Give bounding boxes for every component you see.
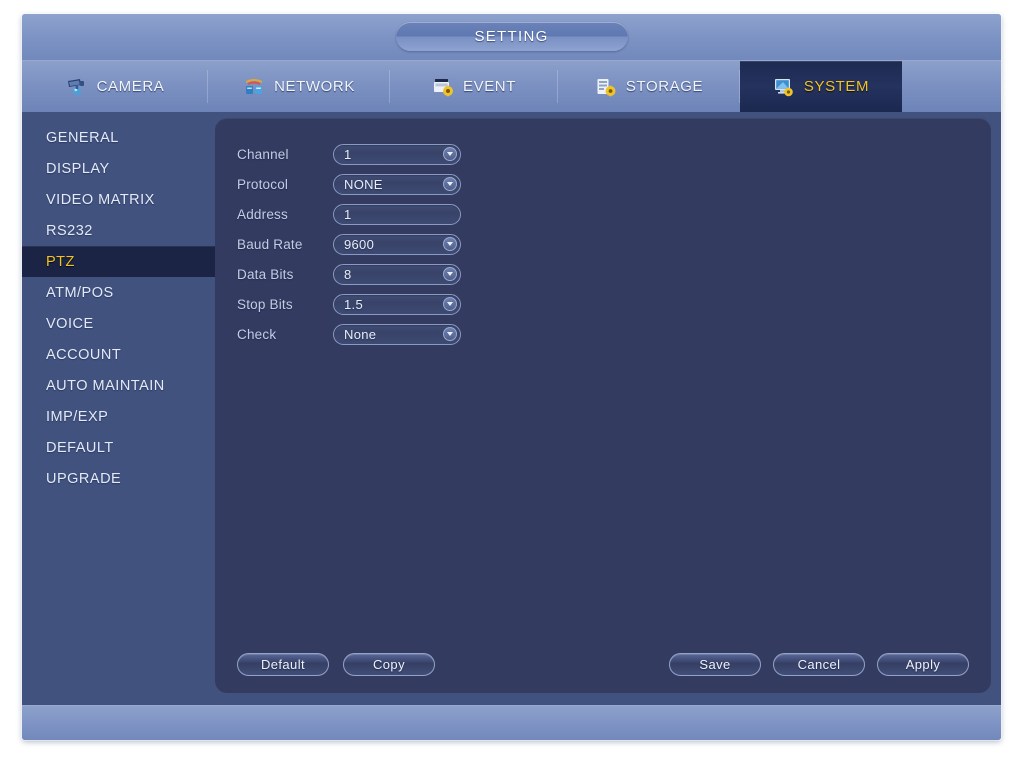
body-area: GENERAL DISPLAY VIDEO MATRIX RS232 PTZ A…	[22, 112, 1001, 705]
check-label: Check	[237, 326, 277, 342]
form-row-check: Check None	[237, 320, 461, 348]
tab-event[interactable]: EVENT	[390, 61, 558, 112]
sidebar-item-upgrade[interactable]: UPGRADE	[22, 463, 215, 494]
address-value: 1	[344, 206, 352, 222]
left-button-group: Default Copy	[237, 653, 435, 676]
network-icon	[243, 77, 265, 97]
stop-bits-select[interactable]: 1.5	[333, 293, 461, 315]
check-select[interactable]: None	[333, 323, 461, 345]
sidebar-item-label: VOICE	[46, 315, 94, 332]
sidebar-item-label: IMP/EXP	[46, 408, 109, 425]
tab-camera-label: CAMERA	[96, 78, 165, 95]
main-tab-bar: CAMERA NETWORK EVENT STORAGE SYSTEM	[22, 60, 1001, 112]
sidebar-item-label: DISPLAY	[46, 160, 110, 177]
chevron-down-icon[interactable]	[443, 327, 457, 341]
system-icon	[773, 77, 795, 97]
form-row-data-bits: Data Bits 8	[237, 260, 461, 288]
chevron-down-icon[interactable]	[443, 147, 457, 161]
sidebar-item-label: GENERAL	[46, 129, 119, 146]
cancel-button[interactable]: Cancel	[773, 653, 865, 676]
copy-button[interactable]: Copy	[343, 653, 435, 676]
apply-button[interactable]: Apply	[877, 653, 969, 676]
form-row-stop-bits: Stop Bits 1.5	[237, 290, 461, 318]
channel-value: 1	[344, 146, 352, 162]
window-footer	[22, 705, 1001, 740]
sidebar-item-general[interactable]: GENERAL	[22, 122, 215, 153]
tab-event-label: EVENT	[462, 78, 516, 95]
protocol-value: NONE	[344, 176, 383, 192]
tab-storage-label: STORAGE	[625, 78, 704, 95]
content-panel: Channel 1 Protocol NONE Address 1 Baud R…	[215, 118, 991, 693]
check-value: None	[344, 326, 377, 342]
stop-bits-label: Stop Bits	[237, 296, 293, 312]
tab-system-label: SYSTEM	[803, 78, 870, 95]
chevron-down-icon[interactable]	[443, 237, 457, 251]
tab-network[interactable]: NETWORK	[208, 61, 390, 112]
sidebar-item-auto-maintain[interactable]: AUTO MAINTAIN	[22, 370, 215, 401]
sidebar-item-imp-exp[interactable]: IMP/EXP	[22, 401, 215, 432]
sidebar: GENERAL DISPLAY VIDEO MATRIX RS232 PTZ A…	[22, 112, 215, 705]
data-bits-label: Data Bits	[237, 266, 294, 282]
sidebar-item-rs232[interactable]: RS232	[22, 215, 215, 246]
chevron-down-icon[interactable]	[443, 297, 457, 311]
chevron-down-icon[interactable]	[443, 177, 457, 191]
page-title: SETTING	[474, 28, 549, 45]
right-button-group: Save Cancel Apply	[669, 653, 969, 676]
sidebar-item-label: PTZ	[46, 253, 75, 270]
sidebar-item-label: ACCOUNT	[46, 346, 122, 363]
save-button[interactable]: Save	[669, 653, 761, 676]
baud-rate-label: Baud Rate	[237, 236, 303, 252]
sidebar-item-atm-pos[interactable]: ATM/POS	[22, 277, 215, 308]
title-bar: SETTING	[22, 14, 1001, 60]
sidebar-item-label: RS232	[46, 222, 93, 239]
sidebar-item-label: DEFAULT	[46, 439, 114, 456]
baud-rate-value: 9600	[344, 236, 375, 252]
chevron-down-icon[interactable]	[443, 267, 457, 281]
sidebar-item-display[interactable]: DISPLAY	[22, 153, 215, 184]
baud-rate-select[interactable]: 9600	[333, 233, 461, 255]
protocol-label: Protocol	[237, 176, 289, 192]
form-row-protocol: Protocol NONE	[237, 170, 461, 198]
ptz-settings-form: Channel 1 Protocol NONE Address 1 Baud R…	[237, 140, 461, 350]
sidebar-item-video-matrix[interactable]: VIDEO MATRIX	[22, 184, 215, 215]
address-input[interactable]: 1	[333, 203, 461, 225]
storage-icon	[595, 77, 617, 97]
tab-camera[interactable]: CAMERA	[22, 61, 208, 112]
data-bits-select[interactable]: 8	[333, 263, 461, 285]
tab-system[interactable]: SYSTEM	[740, 61, 902, 112]
form-row-baud-rate: Baud Rate 9600	[237, 230, 461, 258]
protocol-select[interactable]: NONE	[333, 173, 461, 195]
channel-label: Channel	[237, 146, 289, 162]
channel-select[interactable]: 1	[333, 143, 461, 165]
setting-window: SETTING CAMERA NETWORK EVENT STORAGE SYS…	[22, 14, 1001, 740]
sidebar-item-label: AUTO MAINTAIN	[46, 377, 165, 394]
sidebar-item-ptz[interactable]: PTZ	[22, 246, 215, 277]
data-bits-value: 8	[344, 266, 352, 282]
default-button[interactable]: Default	[237, 653, 329, 676]
tab-network-label: NETWORK	[274, 78, 355, 95]
sidebar-item-default[interactable]: DEFAULT	[22, 432, 215, 463]
sidebar-item-label: VIDEO MATRIX	[46, 191, 155, 208]
window-title-pill: SETTING	[395, 22, 628, 51]
sidebar-item-label: ATM/POS	[46, 284, 114, 301]
form-row-channel: Channel 1	[237, 140, 461, 168]
sidebar-item-voice[interactable]: VOICE	[22, 308, 215, 339]
stop-bits-value: 1.5	[344, 296, 363, 312]
event-icon	[432, 77, 454, 97]
tab-bar-filler	[902, 61, 1001, 112]
sidebar-item-account[interactable]: ACCOUNT	[22, 339, 215, 370]
tab-storage[interactable]: STORAGE	[558, 61, 740, 112]
camera-icon	[66, 77, 88, 97]
form-row-address: Address 1	[237, 200, 461, 228]
address-label: Address	[237, 206, 288, 222]
action-button-row: Default Copy Save Cancel Apply	[237, 653, 969, 677]
sidebar-item-label: UPGRADE	[46, 470, 122, 487]
